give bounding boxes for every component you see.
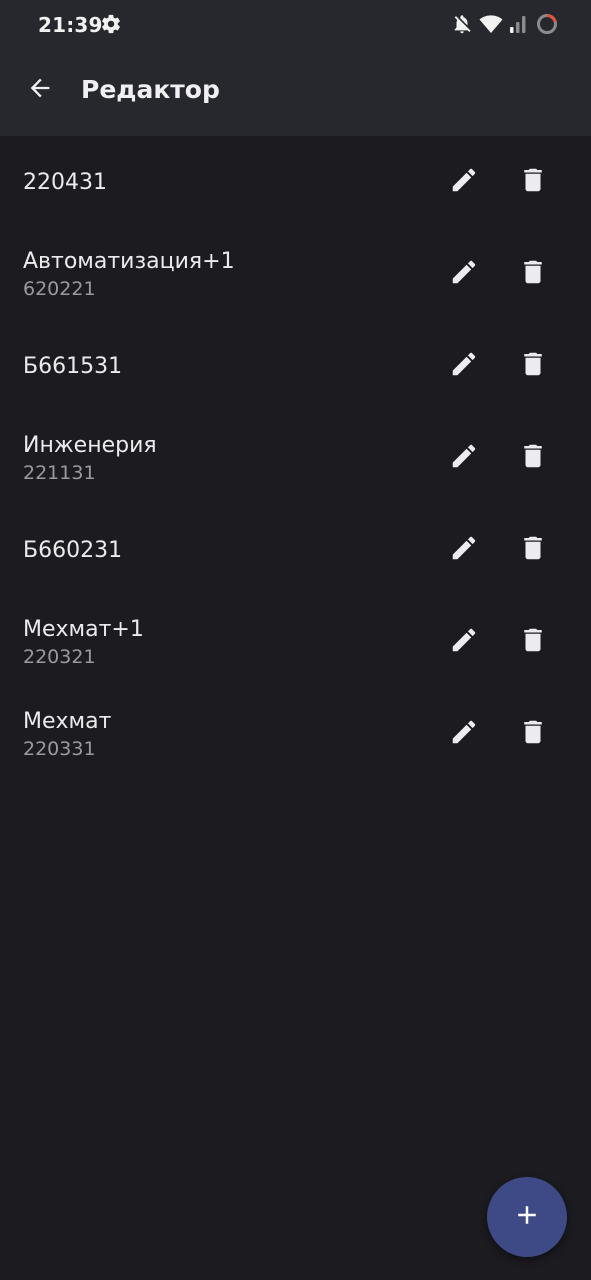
list-item-title: Мехмат xyxy=(23,708,112,734)
pencil-icon xyxy=(449,533,479,567)
list-item-title: 220431 xyxy=(23,169,107,195)
delete-button[interactable] xyxy=(511,528,555,572)
pencil-icon xyxy=(449,441,479,475)
trash-icon xyxy=(518,165,548,199)
list-item[interactable]: 220431 xyxy=(0,136,591,228)
settings-gear-icon xyxy=(100,13,122,35)
trash-icon xyxy=(518,257,548,291)
list-item-text: Автоматизация+1 620221 xyxy=(23,228,235,320)
pencil-icon xyxy=(449,717,479,751)
list-item[interactable]: Инженерия 221131 xyxy=(0,412,591,504)
delete-button[interactable] xyxy=(511,344,555,388)
delete-button[interactable] xyxy=(511,160,555,204)
list-item[interactable]: Мехмат+1 220321 xyxy=(0,596,591,688)
edit-button[interactable] xyxy=(442,436,486,480)
list-item-subtitle: 220331 xyxy=(23,737,96,760)
cellular-signal-icon xyxy=(509,13,529,35)
battery-ring-icon xyxy=(535,12,559,36)
delete-button[interactable] xyxy=(511,252,555,296)
list-item[interactable]: Автоматизация+1 620221 xyxy=(0,228,591,320)
edit-button[interactable] xyxy=(442,620,486,664)
pencil-icon xyxy=(449,625,479,659)
list-item-subtitle: 221131 xyxy=(23,461,96,484)
list-item-text: 220431 xyxy=(23,136,107,228)
list-item-subtitle: 620221 xyxy=(23,277,96,300)
status-bar: 21:39 xyxy=(0,0,591,48)
screen: 21:39 Редактор 220431 Автоматизация+1 62… xyxy=(0,0,591,1280)
trash-icon xyxy=(518,349,548,383)
back-button[interactable] xyxy=(18,68,62,112)
wifi-icon xyxy=(479,13,503,35)
list-item-text: Мехмат 220331 xyxy=(23,688,111,780)
trash-icon xyxy=(518,533,548,567)
list-item-title: Инженерия xyxy=(23,432,157,458)
list-item-text: Инженерия 221131 xyxy=(23,412,157,504)
list-item-text: Мехмат+1 220321 xyxy=(23,596,144,688)
add-item-button[interactable] xyxy=(487,1177,567,1257)
plus-icon xyxy=(512,1200,542,1234)
trash-icon xyxy=(518,625,548,659)
item-list: 220431 Автоматизация+1 620221 Б661531 Ин… xyxy=(0,136,591,780)
list-item[interactable]: Б660231 xyxy=(0,504,591,596)
arrow-back-icon xyxy=(26,74,54,106)
app-bar: Редактор xyxy=(0,48,591,136)
delete-button[interactable] xyxy=(511,436,555,480)
list-item-subtitle: 220321 xyxy=(23,645,96,668)
list-item-text: Б660231 xyxy=(23,504,122,596)
list-item[interactable]: Б661531 xyxy=(0,320,591,412)
delete-button[interactable] xyxy=(511,712,555,756)
delete-button[interactable] xyxy=(511,620,555,664)
edit-button[interactable] xyxy=(442,160,486,204)
pencil-icon xyxy=(449,349,479,383)
edit-button[interactable] xyxy=(442,344,486,388)
list-item-title: Б661531 xyxy=(23,353,123,379)
status-time: 21:39 xyxy=(38,13,103,37)
status-icons xyxy=(451,12,559,36)
pencil-icon xyxy=(449,165,479,199)
edit-button[interactable] xyxy=(442,252,486,296)
edit-button[interactable] xyxy=(442,528,486,572)
list-item-title: Мехмат+1 xyxy=(23,616,144,642)
trash-icon xyxy=(518,441,548,475)
bell-off-icon xyxy=(451,13,473,35)
edit-button[interactable] xyxy=(442,712,486,756)
list-item[interactable]: Мехмат 220331 xyxy=(0,688,591,780)
trash-icon xyxy=(518,717,548,751)
page-title: Редактор xyxy=(81,75,220,104)
list-item-title: Автоматизация+1 xyxy=(23,248,235,274)
pencil-icon xyxy=(449,257,479,291)
list-item-text: Б661531 xyxy=(23,320,122,412)
list-item-title: Б660231 xyxy=(23,537,123,563)
